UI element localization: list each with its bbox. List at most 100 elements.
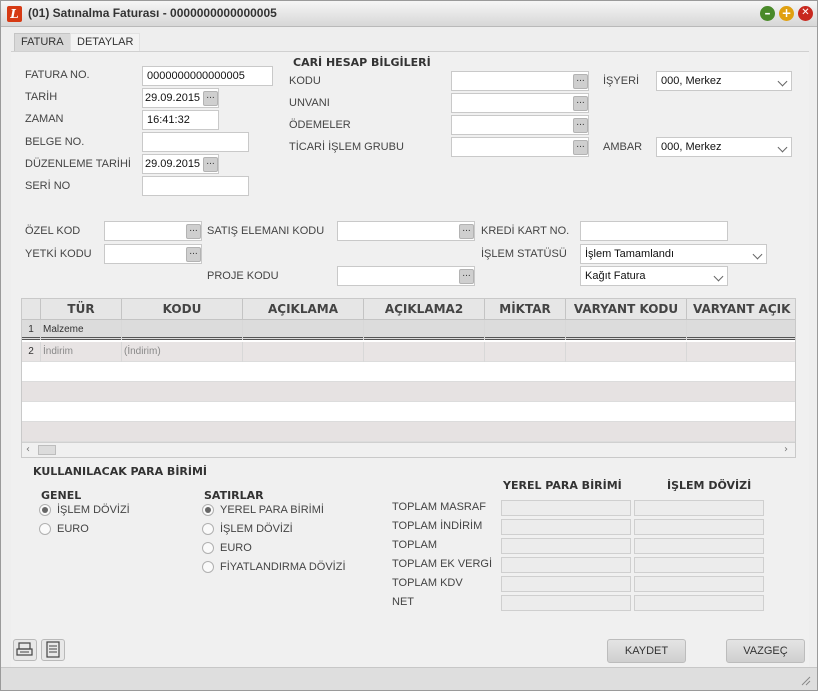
satirlar-islem-radio[interactable] — [202, 523, 214, 535]
cari-section-header: CARİ HESAP BİLGİLERİ — [293, 56, 431, 69]
toplam-ek-vergi-label: TOPLAM EK VERGİ — [392, 558, 493, 570]
duzenleme-lookup-icon[interactable]: ... — [203, 157, 218, 172]
col-header-varyant-aciklama[interactable]: VARYANT AÇIK — [687, 299, 795, 320]
table-row-empty[interactable] — [22, 422, 795, 442]
col-header-aciklama2[interactable]: AÇIKLAMA2 — [364, 299, 485, 320]
horizontal-scrollbar[interactable]: ‹ › — [22, 442, 795, 457]
table-row[interactable]: 2 İndirim (İndirim) — [22, 342, 795, 362]
proje-kodu-lookup-icon[interactable]: ... — [459, 269, 474, 284]
cari-kodu-lookup-icon[interactable]: ... — [573, 74, 588, 89]
toplam-masraf-label: TOPLAM MASRAF — [392, 501, 486, 513]
cari-unvani-lookup-icon[interactable]: ... — [573, 96, 588, 111]
minimize-icon[interactable]: – — [760, 6, 775, 21]
belge-turu-select[interactable]: Kağıt Fatura — [580, 266, 728, 286]
col-header-kodu[interactable]: KODU — [122, 299, 243, 320]
toplam-indirim-label: TOPLAM İNDİRİM — [392, 520, 483, 532]
cell-kodu[interactable] — [122, 320, 243, 340]
cari-unvani-label: UNVANI — [289, 97, 330, 109]
title-bar[interactable]: L (01) Satınalma Faturası - 000000000000… — [1, 1, 817, 27]
cell-aciklama2[interactable] — [364, 342, 485, 362]
ambar-label: AMBAR — [603, 141, 643, 153]
col-header-varyant-kodu[interactable]: VARYANT KODU — [566, 299, 687, 320]
toplam-masraf-yerel — [501, 500, 631, 516]
cari-kodu-field[interactable] — [451, 71, 589, 91]
ticari-field[interactable] — [451, 137, 589, 157]
document-button[interactable] — [41, 639, 65, 661]
cell-aciklama2[interactable] — [364, 320, 485, 340]
cari-unvani-field[interactable] — [451, 93, 589, 113]
cell-varyant-aciklama[interactable] — [687, 342, 795, 362]
seri-no-label: SERİ NO — [25, 180, 71, 192]
fatura-no-field[interactable]: 0000000000000005 — [142, 66, 273, 86]
cell-tur[interactable]: Malzeme — [41, 320, 122, 340]
cari-kodu-label: KODU — [289, 75, 321, 87]
maximize-icon[interactable]: + — [779, 6, 794, 21]
col-header-aciklama[interactable]: AÇIKLAMA — [243, 299, 364, 320]
genel-label: GENEL — [41, 489, 82, 502]
row-number: 2 — [22, 342, 41, 362]
cell-tur[interactable]: İndirim — [41, 342, 122, 362]
satis-elemani-field[interactable] — [337, 221, 475, 241]
cell-aciklama[interactable] — [243, 320, 364, 340]
tab-fatura[interactable]: FATURA — [14, 33, 71, 52]
proje-kodu-label: PROJE KODU — [207, 270, 279, 282]
genel-euro-radio[interactable] — [39, 523, 51, 535]
lines-grid[interactable]: TÜR KODU AÇIKLAMA AÇIKLAMA2 MİKTAR VARYA… — [21, 298, 796, 458]
toplam-ek-vergi-islem — [634, 557, 764, 573]
odemeler-field[interactable] — [451, 115, 589, 135]
printer-icon — [16, 642, 33, 656]
satis-elemani-lookup-icon[interactable]: ... — [459, 224, 474, 239]
kredi-kart-field[interactable] — [580, 221, 728, 241]
yetki-kodu-lookup-icon[interactable]: ... — [186, 247, 201, 262]
cell-miktar[interactable] — [485, 342, 566, 362]
cell-varyant-kodu[interactable] — [566, 342, 687, 362]
col-header-tur[interactable]: TÜR — [41, 299, 122, 320]
col-header-miktar[interactable]: MİKTAR — [485, 299, 566, 320]
scroll-right-icon[interactable]: › — [784, 443, 788, 457]
tarih-value: 29.09.2015 — [145, 92, 201, 104]
table-row[interactable]: 1 Malzeme — [22, 320, 795, 340]
genel-islem-dovizi-label: İŞLEM DÖVİZİ — [57, 504, 130, 516]
satirlar-euro-label: EURO — [220, 542, 252, 554]
proje-kodu-field[interactable] — [337, 266, 475, 286]
satis-elemani-label: SATIŞ ELEMANI KODU — [207, 225, 325, 237]
isyeri-label: İŞYERİ — [603, 75, 640, 87]
close-icon[interactable]: ✕ — [798, 6, 813, 21]
zaman-field[interactable]: 16:41:32 — [142, 110, 219, 130]
toplam-label: TOPLAM — [392, 539, 438, 551]
ozel-kod-lookup-icon[interactable]: ... — [186, 224, 201, 239]
chevron-down-icon — [777, 76, 788, 87]
odemeler-label: ÖDEMELER — [289, 119, 351, 131]
cell-miktar[interactable] — [485, 320, 566, 340]
table-row-empty[interactable] — [22, 362, 795, 382]
vazgec-button[interactable]: VAZGEÇ — [726, 639, 805, 663]
satirlar-yerel-radio[interactable] — [202, 504, 214, 516]
print-button[interactable] — [13, 639, 37, 661]
belge-no-field[interactable] — [142, 132, 249, 152]
tab-detaylar[interactable]: DETAYLAR — [70, 33, 141, 52]
belge-turu-value: Kağıt Fatura — [585, 270, 646, 282]
satirlar-euro-radio[interactable] — [202, 542, 214, 554]
ambar-select[interactable]: 000, Merkez — [656, 137, 792, 157]
scroll-left-icon[interactable]: ‹ — [26, 443, 30, 457]
cell-varyant-kodu[interactable] — [566, 320, 687, 340]
resize-grip-icon[interactable] — [799, 674, 811, 686]
toplam-kdv-islem — [634, 576, 764, 592]
islem-statusu-select[interactable]: İşlem Tamamlandı — [580, 244, 767, 264]
seri-no-field[interactable] — [142, 176, 249, 196]
genel-islem-dovizi-radio[interactable] — [39, 504, 51, 516]
tarih-lookup-icon[interactable]: ... — [203, 91, 218, 106]
satirlar-fiyat-radio[interactable] — [202, 561, 214, 573]
table-row-empty[interactable] — [22, 382, 795, 402]
cell-kodu[interactable]: (İndirim) — [122, 342, 243, 362]
toplam-indirim-islem — [634, 519, 764, 535]
toplam-islem — [634, 538, 764, 554]
isyeri-select[interactable]: 000, Merkez — [656, 71, 792, 91]
ticari-lookup-icon[interactable]: ... — [573, 140, 588, 155]
cell-varyant-aciklama[interactable] — [687, 320, 795, 340]
odemeler-lookup-icon[interactable]: ... — [573, 118, 588, 133]
kaydet-button[interactable]: KAYDET — [607, 639, 686, 663]
table-row-empty[interactable] — [22, 402, 795, 422]
scroll-thumb[interactable] — [38, 445, 56, 455]
cell-aciklama[interactable] — [243, 342, 364, 362]
